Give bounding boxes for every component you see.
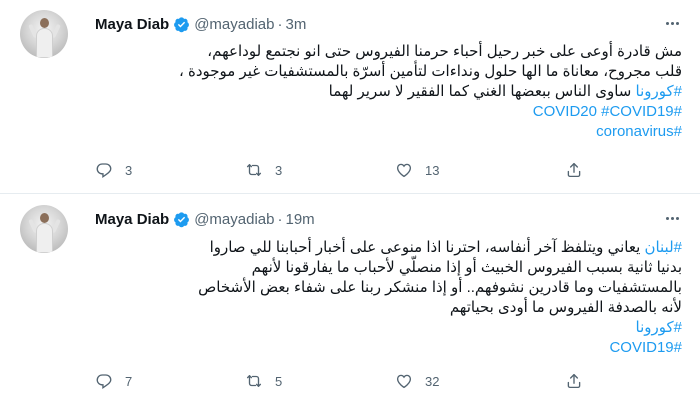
tweet-text-line: مش قادرة أوعى على خبر رحيل أحباء حرمنا ا… bbox=[207, 43, 682, 60]
tweet-text-line: لأنه بالصدفة الفيروس ما أودى بحياتهم bbox=[449, 299, 682, 316]
tweet-text-line: بالمستشفيات وما قادرين نشوفهم.. أو إذا م… bbox=[198, 279, 682, 296]
tweet[interactable]: Maya Diab @mayadiab · 3m مش قادرة أوعى ع… bbox=[0, 0, 700, 194]
tweet-header: Maya Diab @mayadiab · 19m bbox=[95, 209, 315, 229]
reply-button[interactable]: 7 bbox=[95, 372, 132, 390]
tweet-text-line: #COVID19 bbox=[95, 338, 682, 358]
author-name[interactable]: Maya Diab bbox=[95, 16, 169, 33]
tweet-timestamp[interactable]: 3m bbox=[285, 16, 306, 33]
hashtag-link[interactable]: #لبنان bbox=[644, 239, 682, 256]
separator-dot: · bbox=[277, 15, 283, 33]
tweet-text-line: بدنيا ثانية بسبب الفيروس الخبيث أو إذا م… bbox=[251, 259, 682, 276]
reply-button[interactable]: 3 bbox=[95, 161, 132, 179]
reply-count: 7 bbox=[125, 373, 133, 389]
tweet-text-line: #coronavirus bbox=[95, 122, 682, 142]
share-button[interactable] bbox=[565, 372, 583, 390]
hashtag-link[interactable]: #كورونا bbox=[636, 319, 682, 336]
hashtag-link[interactable]: #COVID20 #COVID19 bbox=[533, 103, 682, 120]
author-handle[interactable]: @mayadiab bbox=[194, 16, 274, 33]
like-icon bbox=[396, 374, 412, 389]
author-handle[interactable]: @mayadiab bbox=[194, 211, 274, 228]
verified-badge-icon bbox=[174, 16, 190, 32]
more-options-icon[interactable] bbox=[662, 211, 682, 225]
avatar[interactable] bbox=[20, 10, 68, 58]
like-button[interactable]: 32 bbox=[395, 372, 439, 390]
like-icon bbox=[396, 163, 412, 178]
more-options-icon[interactable] bbox=[662, 16, 682, 30]
separator-dot: · bbox=[277, 210, 283, 228]
tweet-timestamp[interactable]: 19m bbox=[285, 211, 314, 228]
like-count: 32 bbox=[425, 373, 440, 389]
hashtag-link[interactable]: #coronavirus bbox=[596, 123, 682, 140]
retweet-icon bbox=[246, 375, 262, 387]
tweet-header: Maya Diab @mayadiab · 3m bbox=[95, 14, 306, 34]
tweet-text-line: #كورونا bbox=[95, 318, 682, 338]
tweet-text: #لبنان يعاني ويتلفظ آخر أنفاسه، احترنا ا… bbox=[95, 238, 682, 358]
tweet-text-line: قلب مجروح، معاناة ما الها حلول ونداءات ل… bbox=[178, 63, 682, 80]
avatar[interactable] bbox=[20, 205, 68, 253]
tweet-text-line: #كورونا ساوى الناس ببعضها الغني كما الفق… bbox=[328, 83, 682, 100]
reply-icon bbox=[96, 163, 112, 179]
share-icon bbox=[567, 162, 581, 178]
retweet-count: 3 bbox=[275, 162, 283, 178]
share-icon bbox=[567, 373, 581, 389]
retweet-button[interactable]: 5 bbox=[245, 372, 282, 390]
hashtag-link[interactable]: #COVID19 bbox=[609, 339, 682, 356]
tweet-text-line: #COVID20 #COVID19 bbox=[95, 102, 682, 122]
reply-count: 3 bbox=[125, 162, 133, 178]
tweet-text: مش قادرة أوعى على خبر رحيل أحباء حرمنا ا… bbox=[95, 42, 682, 142]
share-button[interactable] bbox=[565, 161, 583, 179]
retweet-count: 5 bbox=[275, 373, 283, 389]
hashtag-link[interactable]: #كورونا bbox=[636, 83, 682, 100]
like-button[interactable]: 13 bbox=[395, 161, 439, 179]
verified-badge-icon bbox=[174, 211, 190, 227]
retweet-icon bbox=[246, 164, 262, 176]
tweet-text-line: #لبنان يعاني ويتلفظ آخر أنفاسه، احترنا ا… bbox=[209, 239, 682, 256]
like-count: 13 bbox=[425, 162, 440, 178]
retweet-button[interactable]: 3 bbox=[245, 161, 282, 179]
reply-icon bbox=[96, 374, 112, 390]
author-name[interactable]: Maya Diab bbox=[95, 211, 169, 228]
